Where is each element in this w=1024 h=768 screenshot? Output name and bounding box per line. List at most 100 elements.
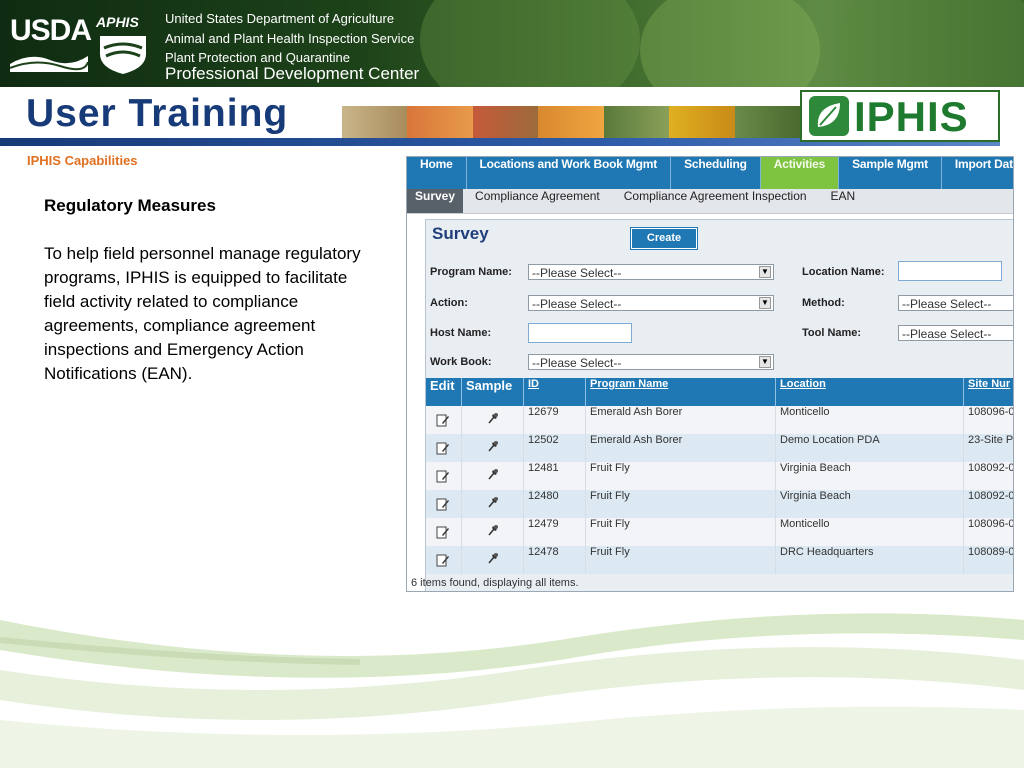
nav-tab-scheduling[interactable]: Scheduling [671, 157, 761, 189]
user-training-title: User Training [26, 92, 289, 135]
sample-pin-icon[interactable] [486, 411, 500, 425]
nav-tab-activities[interactable]: Activities [760, 157, 840, 189]
sub-tab-compliance-agreement[interactable]: Compliance Agreement [463, 189, 612, 213]
host-name-label: Host Name: [430, 327, 492, 339]
nav-tab-import[interactable]: Import Dat [942, 157, 1013, 189]
program-name-cell: Emerald Ash Borer [586, 406, 776, 434]
site-number-cell: 108092-0 [964, 490, 1013, 518]
content-heading: Regulatory Measures [44, 196, 216, 215]
create-button[interactable]: Create [630, 227, 698, 250]
table-row[interactable]: 12502 Emerald Ash Borer Demo Location PDA 2… [426, 434, 1013, 462]
action-select[interactable]: --Please Select-- ▼ [528, 295, 774, 311]
action-label: Action: [430, 297, 468, 309]
sample-cell [462, 490, 524, 518]
location-cell: Demo Location PDA [776, 434, 964, 462]
aphis-logo-text: APHIS [96, 14, 139, 30]
program-name-label: Program Name: [430, 266, 512, 278]
nav-tab-home[interactable]: Home [407, 157, 467, 189]
column-header-edit: Edit [426, 378, 462, 406]
program-name-cell: Fruit Fly [586, 462, 776, 490]
edit-icon[interactable] [436, 469, 450, 483]
iphis-logo-text: IPHIS [854, 93, 969, 140]
program-name-select[interactable]: --Please Select-- ▼ [528, 264, 774, 280]
table-row[interactable]: 12478 Fruit Fly DRC Headquarters 108089-0 [426, 546, 1013, 574]
id-cell: 12480 [524, 490, 586, 518]
table-header-row: Edit Sample ID Program Name Location Sit… [426, 378, 1013, 406]
sub-tab-ean[interactable]: EAN [819, 189, 868, 213]
iphis-app-window: Home Locations and Work Book Mgmt Schedu… [406, 156, 1014, 592]
sample-pin-icon[interactable] [486, 467, 500, 481]
table-row[interactable]: 12679 Emerald Ash Borer Monticello 108096-0 [426, 406, 1013, 434]
nav-tab-locations[interactable]: Locations and Work Book Mgmt [467, 157, 672, 189]
column-header-id[interactable]: ID [524, 378, 586, 406]
leaf-icon [809, 96, 849, 136]
sub-tab-survey[interactable]: Survey [407, 189, 464, 213]
site-number-cell: 108089-0 [964, 546, 1013, 574]
site-number-cell: 108096-0 [964, 518, 1013, 546]
tool-name-select[interactable]: --Please Select-- [898, 325, 1013, 341]
sample-pin-icon[interactable] [486, 551, 500, 565]
work-book-select[interactable]: --Please Select-- ▼ [528, 354, 774, 370]
table-row[interactable]: 12480 Fruit Fly Virginia Beach 108092-0 [426, 490, 1013, 518]
org-line-ppq: Plant Protection and Quarantine [165, 50, 351, 65]
column-header-sample: Sample [462, 378, 524, 406]
method-select-value: --Please Select-- [902, 297, 992, 311]
edit-icon[interactable] [436, 525, 450, 539]
edit-cell [426, 546, 462, 574]
chevron-down-icon: ▼ [759, 297, 771, 309]
sample-cell [462, 406, 524, 434]
sample-pin-icon[interactable] [486, 439, 500, 453]
sample-pin-icon[interactable] [486, 495, 500, 509]
location-name-label: Location Name: [802, 266, 885, 278]
program-name-select-value: --Please Select-- [532, 266, 622, 280]
work-book-select-value: --Please Select-- [532, 356, 622, 370]
main-nav: Home Locations and Work Book Mgmt Schedu… [407, 157, 1013, 189]
column-header-site-number[interactable]: Site Nur [964, 378, 1013, 406]
sample-cell [462, 546, 524, 574]
sample-cell [462, 462, 524, 490]
org-line-pdc: Professional Development Center [165, 64, 420, 83]
id-cell: 12479 [524, 518, 586, 546]
sub-nav: Survey Compliance Agreement Compliance A… [407, 189, 1013, 214]
photo-strip [342, 106, 800, 138]
table-row[interactable]: 12479 Fruit Fly Monticello 108096-0 [426, 518, 1013, 546]
sample-cell [462, 518, 524, 546]
id-cell: 12679 [524, 406, 586, 434]
section-label: IPHIS Capabilities [27, 153, 138, 168]
edit-icon[interactable] [436, 497, 450, 511]
location-cell: Monticello [776, 406, 964, 434]
nav-tab-sample-mgmt[interactable]: Sample Mgmt [839, 157, 942, 189]
edit-icon[interactable] [436, 441, 450, 455]
table-row[interactable]: 12481 Fruit Fly Virginia Beach 108092-0 [426, 462, 1013, 490]
column-header-location[interactable]: Location [776, 378, 964, 406]
location-cell: Monticello [776, 518, 964, 546]
chevron-down-icon: ▼ [759, 356, 771, 368]
host-name-input[interactable] [528, 323, 632, 343]
survey-panel: Survey Create Program Name: --Please Sel… [425, 219, 1013, 591]
edit-icon[interactable] [436, 553, 450, 567]
sub-tab-compliance-inspection[interactable]: Compliance Agreement Inspection [612, 189, 819, 213]
column-header-program-name[interactable]: Program Name [586, 378, 776, 406]
edit-cell [426, 434, 462, 462]
id-cell: 12481 [524, 462, 586, 490]
program-name-cell: Fruit Fly [586, 546, 776, 574]
result-count: 6 items found, displaying all items. [411, 577, 579, 589]
id-cell: 12478 [524, 546, 586, 574]
iphis-logo: IPHIS [800, 90, 1000, 142]
edit-icon[interactable] [436, 413, 450, 427]
method-label: Method: [802, 297, 845, 309]
usda-logo: USDA [10, 14, 92, 72]
site-number-cell: 108092-0 [964, 462, 1013, 490]
sample-pin-icon[interactable] [486, 523, 500, 537]
program-name-cell: Emerald Ash Borer [586, 434, 776, 462]
id-cell: 12502 [524, 434, 586, 462]
work-book-label: Work Book: [430, 356, 492, 368]
program-name-cell: Fruit Fly [586, 490, 776, 518]
action-select-value: --Please Select-- [532, 297, 622, 311]
program-name-cell: Fruit Fly [586, 518, 776, 546]
org-line-usda: United States Department of Agriculture [165, 11, 395, 26]
content-body: To help field personnel manage regulator… [44, 244, 361, 383]
method-select[interactable]: --Please Select-- [898, 295, 1013, 311]
agency-header-banner: USDA APHIS United States Department of A… [0, 0, 1024, 87]
location-name-input[interactable] [898, 261, 1002, 281]
